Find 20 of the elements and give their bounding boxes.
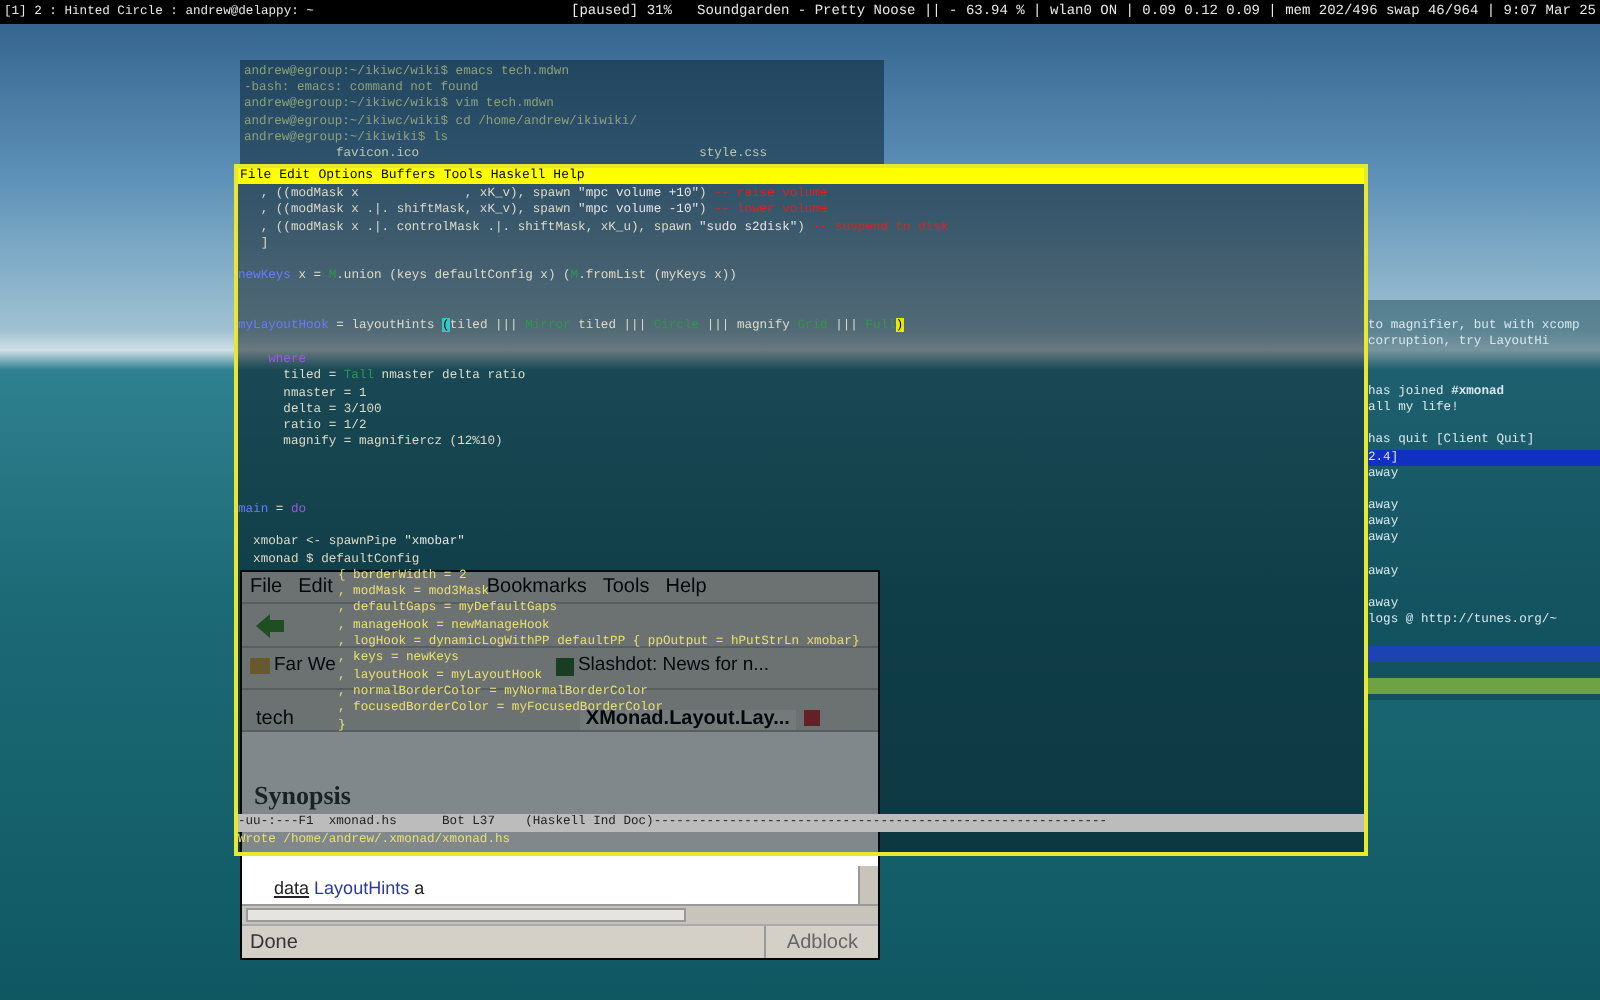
section-heading: Synopsis [254, 778, 353, 814]
menu-item[interactable]: Help [665, 572, 707, 602]
menu-item[interactable]: Edit [298, 572, 333, 602]
close-icon[interactable] [803, 710, 820, 726]
code-line: data LayoutHints a [272, 875, 427, 902]
folder-icon [250, 658, 270, 675]
menu-item[interactable]: Tools [602, 572, 650, 602]
adblock-button[interactable]: Adblock [764, 926, 878, 958]
menu-item[interactable]: File [250, 572, 283, 602]
browser-tab[interactable]: tech [250, 710, 300, 730]
scrollbar[interactable] [858, 866, 878, 904]
chat-input-bar[interactable] [1368, 645, 1600, 662]
status-text: Done [248, 929, 300, 957]
bookmark[interactable]: Slashdot: News for n... [555, 652, 770, 681]
horizontal-scrollbar[interactable] [242, 904, 878, 924]
browser-tab[interactable]: XMonad.Layout.Lay... [579, 710, 796, 730]
page-icon [555, 657, 574, 676]
menu-item[interactable]: Bookmarks [486, 572, 587, 602]
bookmark[interactable]: Far We [250, 652, 336, 681]
back-arrow-icon[interactable] [254, 611, 286, 639]
